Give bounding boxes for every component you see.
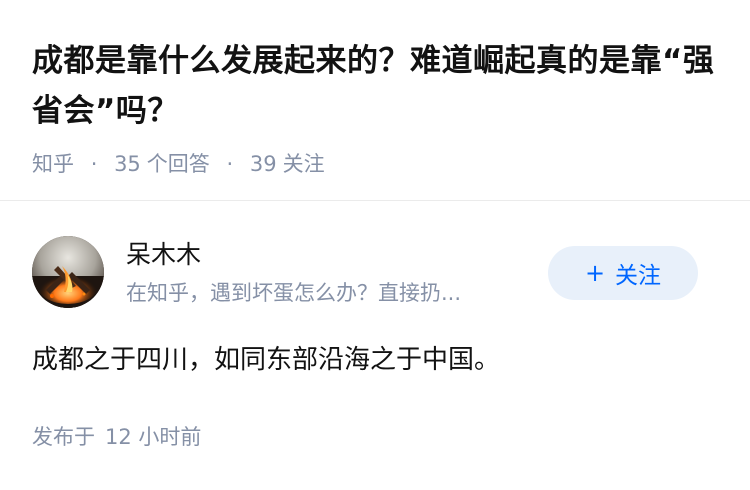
- publish-label: 发布于: [32, 425, 95, 449]
- meta-separator: ·: [226, 152, 234, 176]
- follow-button[interactable]: + 关注: [548, 246, 698, 300]
- author-bio: 在知乎，遇到坏蛋怎么办？直接扔...: [126, 281, 462, 305]
- answer-count: 35: [114, 152, 141, 176]
- question-header: 成都是靠什么发展起来的？难道崛起真的是靠“强省会”吗？ 知乎 · 35 个回答 ·…: [32, 36, 732, 179]
- source-label[interactable]: 知乎: [32, 152, 74, 176]
- follower-count-link[interactable]: 39 关注: [250, 152, 325, 176]
- meta-separator: ·: [90, 152, 98, 176]
- campfire-avatar-icon: [32, 236, 104, 308]
- publish-time: 发布于 12 小时前: [32, 422, 201, 452]
- publish-time-value: 12 小时前: [105, 425, 202, 449]
- answer-count-link[interactable]: 35 个回答: [114, 152, 216, 176]
- follower-count: 39: [249, 152, 277, 176]
- follower-count-label: 关注: [282, 152, 325, 176]
- avatar[interactable]: [32, 236, 104, 308]
- question-title[interactable]: 成都是靠什么发展起来的？难道崛起真的是靠“强省会”吗？: [32, 36, 732, 136]
- answer-content[interactable]: 成都之于四川，如同东部沿海之于中国。: [32, 340, 500, 380]
- author-name[interactable]: 呆木木: [126, 238, 201, 272]
- section-divider: [0, 200, 750, 201]
- answer-count-label: 个回答: [146, 152, 210, 176]
- plus-icon: +: [584, 259, 606, 287]
- author-row: 呆木木 在知乎，遇到坏蛋怎么办？直接扔... + 关注: [32, 236, 718, 312]
- question-meta: 知乎 · 35 个回答 · 39 关注: [32, 149, 732, 179]
- follow-button-label: 关注: [615, 263, 662, 289]
